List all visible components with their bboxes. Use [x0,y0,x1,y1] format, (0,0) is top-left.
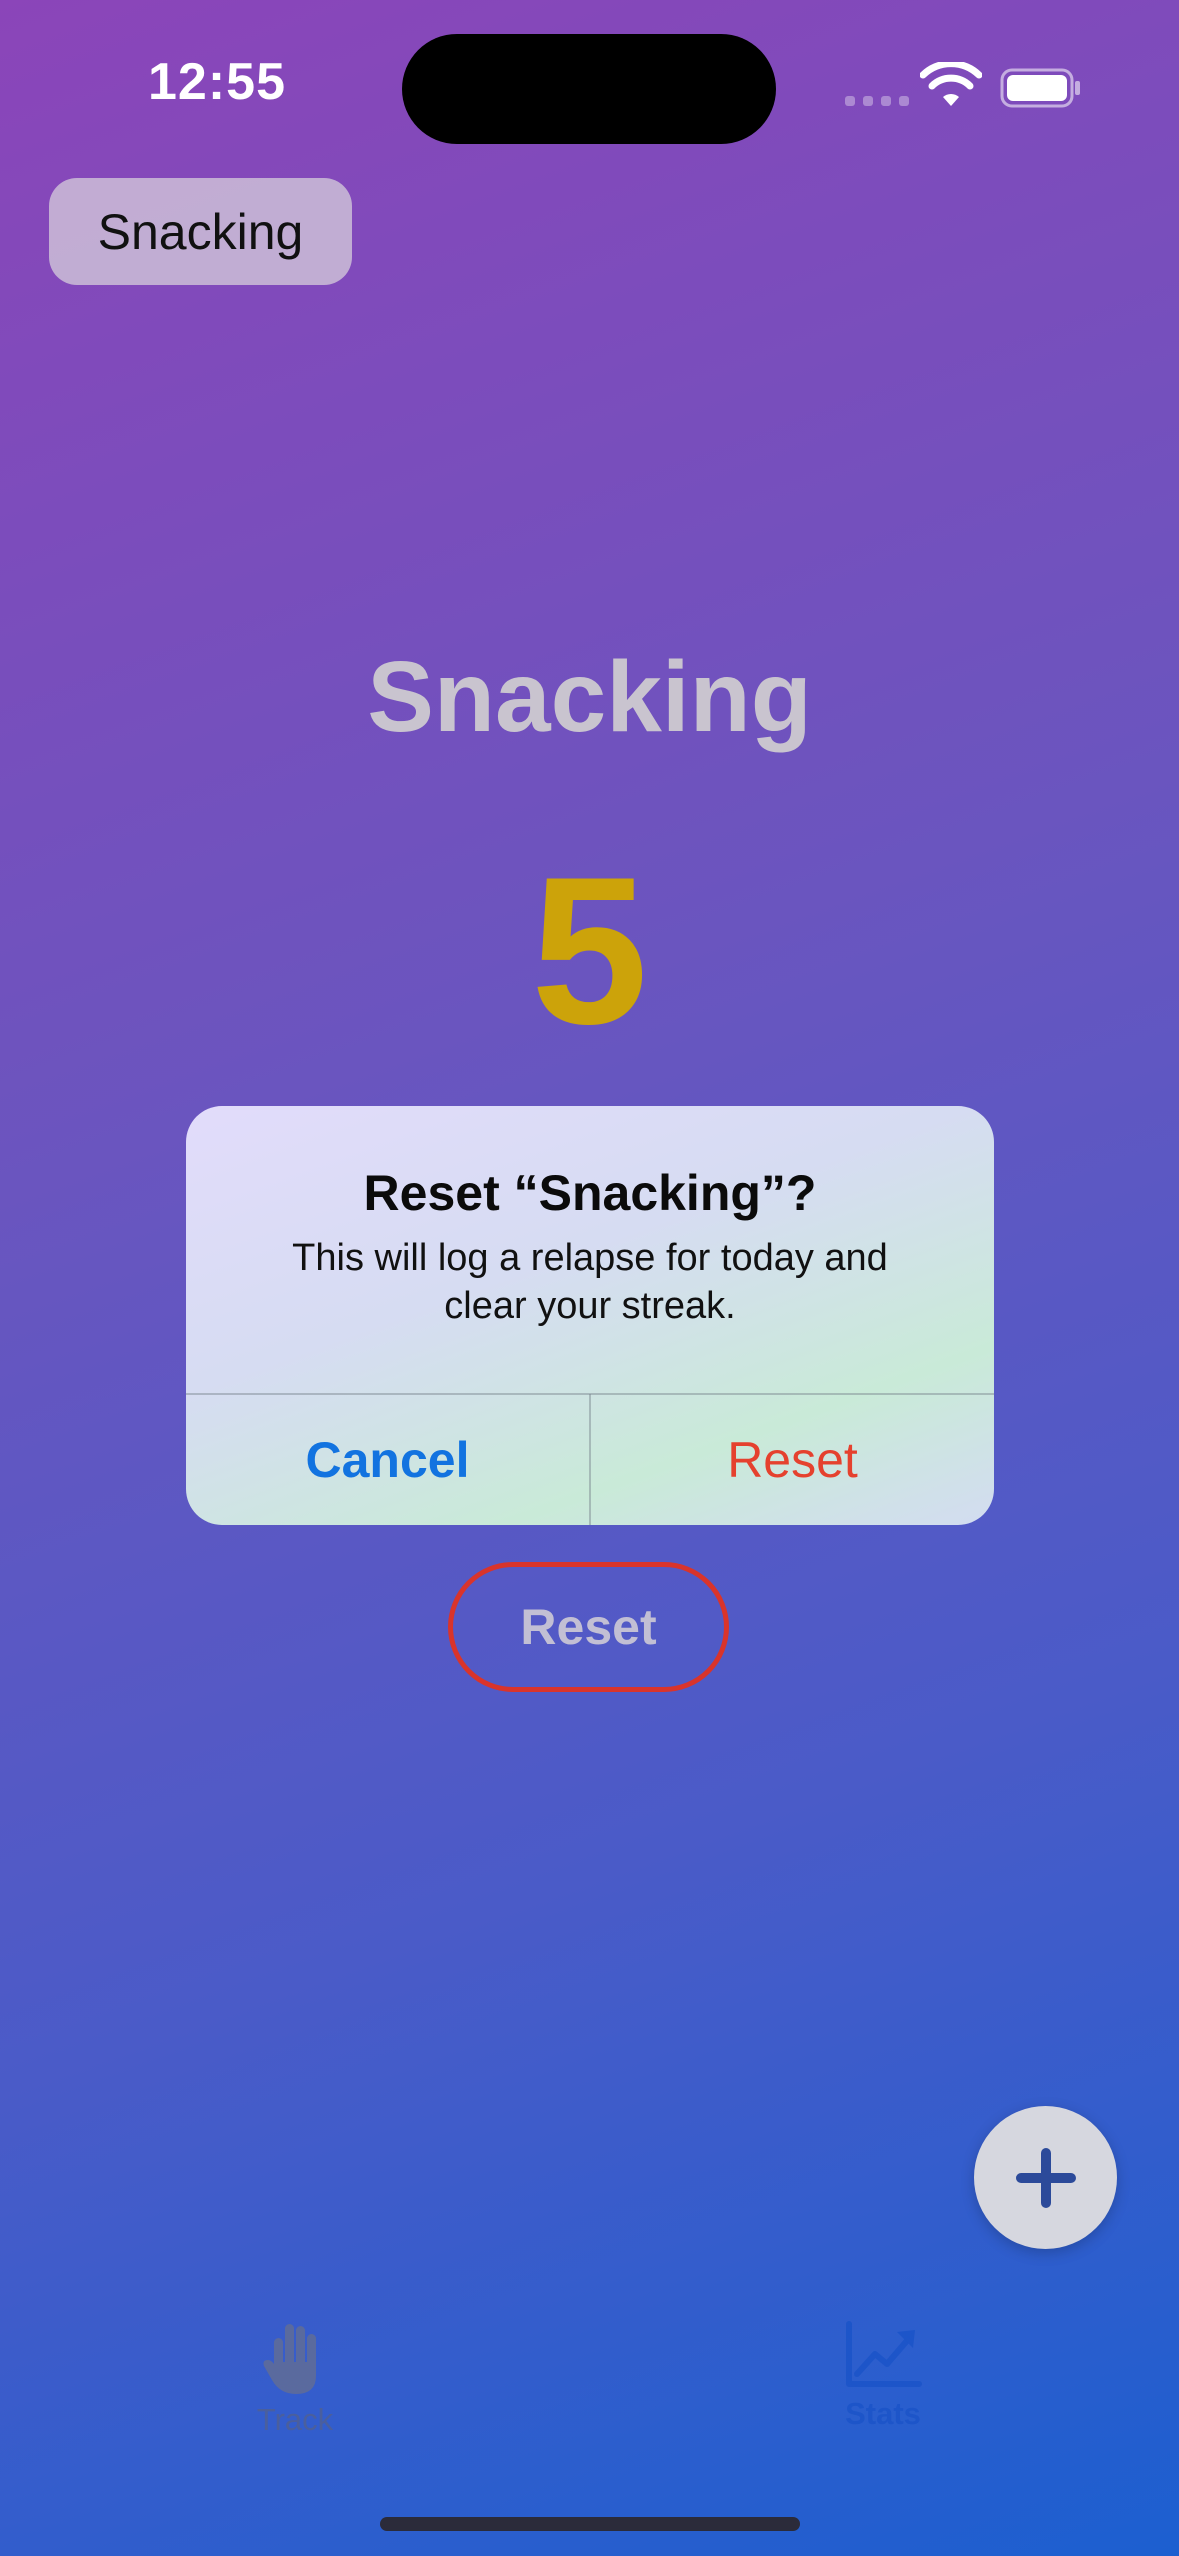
alert-cancel-button[interactable]: Cancel [186,1395,589,1525]
wifi-icon [920,62,982,106]
cellular-signal-icon [845,96,909,106]
plus-icon [1015,2147,1076,2208]
dynamic-island [402,34,776,144]
habit-title: Snacking [367,641,812,753]
habit-selector-button[interactable]: Snacking [49,178,352,285]
tab-track-label: Track [256,2402,334,2437]
alert-reset-button[interactable]: Reset [591,1395,994,1525]
hand-icon [263,2324,316,2394]
add-habit-button[interactable] [974,2106,1117,2249]
reset-confirmation-alert: Reset “Snacking”? This will log a relaps… [186,1106,994,1525]
battery-icon [1000,68,1080,108]
reset-button[interactable]: Reset [448,1562,729,1692]
tab-stats-label: Stats [845,2396,921,2431]
alert-title: Reset “Snacking”? [363,1165,817,1221]
chart-icon [846,2321,922,2387]
status-time: 12:55 [148,53,286,111]
home-indicator [380,2517,800,2531]
tab-track[interactable]: Track [220,2320,370,2438]
tab-stats[interactable]: Stats [808,2320,958,2432]
alert-message: This will log a relapse for today and cl… [292,1237,888,1327]
streak-counter: 5 [531,833,648,1068]
